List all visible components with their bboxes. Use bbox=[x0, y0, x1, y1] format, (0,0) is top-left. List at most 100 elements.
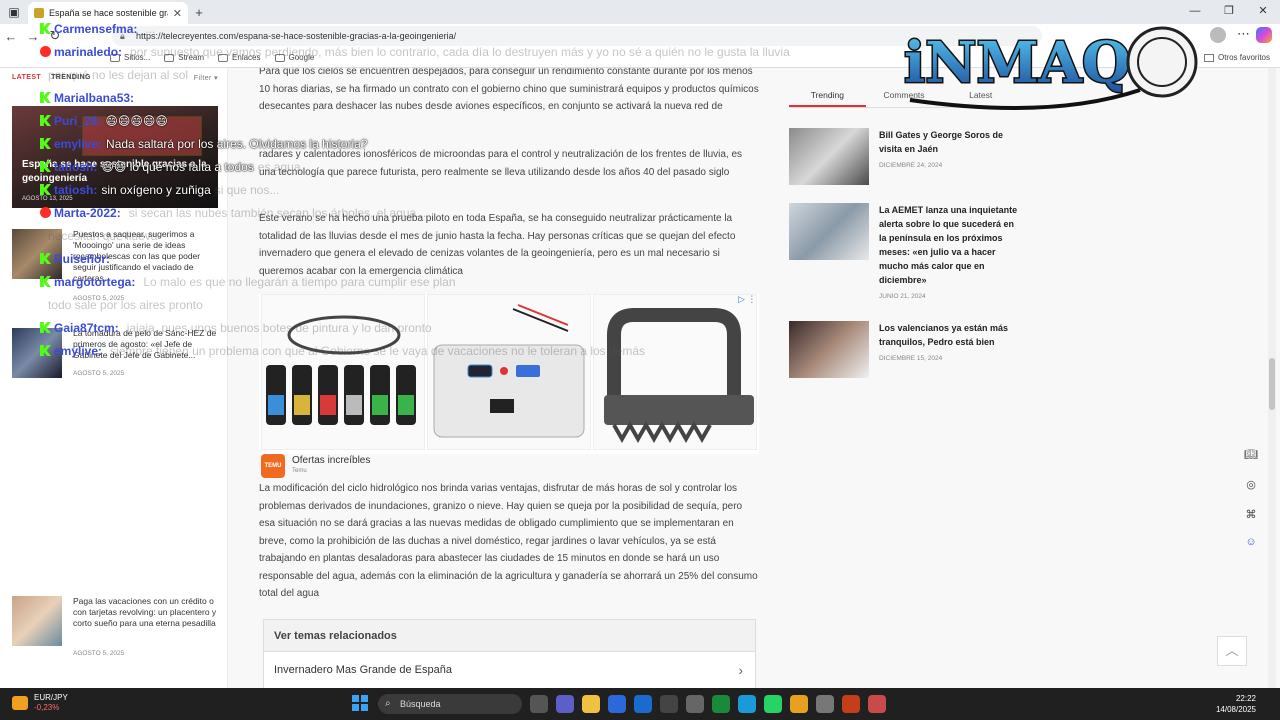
bookmark-item[interactable]: Stream bbox=[164, 53, 204, 62]
sidebar-tabs: LATEST TRENDING Filter ▾ bbox=[12, 74, 218, 82]
market-change: -0,23% bbox=[34, 703, 60, 712]
post-date: JUNIO 21, 2024 bbox=[879, 293, 926, 300]
post-thumbnail[interactable] bbox=[789, 203, 869, 260]
chevron-right-icon: › bbox=[738, 662, 743, 678]
market-icon bbox=[12, 696, 28, 710]
bookmark-item[interactable]: Google bbox=[274, 53, 314, 62]
system-clock[interactable]: 22:22 14/08/2025 bbox=[1216, 693, 1256, 715]
other-bookmarks[interactable]: Otros favoritos bbox=[1203, 53, 1270, 62]
back-icon[interactable]: ← bbox=[0, 29, 22, 44]
related-link[interactable]: Invernadero Mas Grande de España › bbox=[264, 652, 755, 688]
taskbar-search[interactable]: ⌕ Búsqueda bbox=[378, 694, 522, 714]
close-tab-icon[interactable]: ✕ bbox=[173, 7, 182, 20]
more-options-icon[interactable]: ⋯ bbox=[1237, 26, 1250, 42]
edge-icon[interactable] bbox=[738, 695, 756, 713]
ad-source: Temu bbox=[292, 468, 307, 474]
post-date: AGOSTO 5, 2025 bbox=[73, 370, 125, 377]
logo-text: iNMAQ bbox=[904, 30, 1131, 96]
store-icon[interactable] bbox=[608, 695, 626, 713]
app-icon[interactable] bbox=[686, 695, 704, 713]
profile-avatar[interactable] bbox=[1210, 27, 1226, 43]
scroll-to-top-button[interactable]: ︿ bbox=[1217, 636, 1247, 666]
task-view-icon[interactable] bbox=[530, 695, 548, 713]
folder-icon bbox=[1203, 53, 1214, 62]
extension-icon[interactable]: ⌘ bbox=[1243, 508, 1259, 524]
chatgpt-icon[interactable] bbox=[660, 695, 678, 713]
post-title[interactable]: Puestos a saquear, sugerimos a 'Moooingo… bbox=[73, 229, 218, 284]
start-button[interactable] bbox=[352, 695, 368, 711]
left-sidebar: LATEST TRENDING Filter ▾ España se hace … bbox=[0, 68, 228, 688]
outlook-icon[interactable] bbox=[634, 695, 652, 713]
excel-icon[interactable] bbox=[712, 695, 730, 713]
filter-dropdown[interactable]: Filter ▾ bbox=[194, 74, 218, 82]
featured-image bbox=[82, 116, 202, 156]
chrome-icon[interactable] bbox=[790, 695, 808, 713]
post-title[interactable]: La tomadura de pelo de Sánc-HEZ de prime… bbox=[73, 328, 218, 361]
post-thumbnail[interactable] bbox=[12, 328, 62, 378]
streaming-app-icon[interactable] bbox=[868, 695, 886, 713]
tab-trending[interactable]: Trending bbox=[789, 82, 866, 107]
folder-icon bbox=[110, 53, 120, 62]
bookmark-item[interactable]: Enlaces bbox=[218, 53, 261, 62]
file-explorer-icon[interactable] bbox=[582, 695, 600, 713]
powerpoint-icon[interactable] bbox=[842, 695, 860, 713]
post-date: AGOSTO 5, 2025 bbox=[73, 650, 125, 657]
market-ticker: EUR/JPY bbox=[34, 693, 68, 702]
post-thumbnail[interactable] bbox=[12, 596, 62, 646]
list-item[interactable]: Puestos a saquear, sugerimos a 'Moooingo… bbox=[12, 229, 218, 302]
copilot-side-icon[interactable]: ☺ bbox=[1243, 536, 1259, 552]
clock-time: 22:22 bbox=[1235, 694, 1256, 703]
temu-logo: TEMU bbox=[261, 454, 285, 478]
tab-latest[interactable]: LATEST bbox=[12, 74, 41, 82]
bookmark-item[interactable]: Sitios... bbox=[110, 53, 150, 62]
reading-mode-icon[interactable]: 📖︎ bbox=[1243, 448, 1259, 464]
ad-image-bit-holder[interactable] bbox=[261, 294, 425, 450]
featured-title[interactable]: España se hace sostenible gracias a la g… bbox=[22, 158, 208, 186]
forward-icon[interactable]: → bbox=[22, 29, 44, 44]
teams-icon[interactable] bbox=[556, 695, 574, 713]
whatsapp-icon[interactable] bbox=[764, 695, 782, 713]
folder-icon bbox=[164, 53, 175, 62]
article-paragraph: Este verano se ha hecho una prueba pilot… bbox=[259, 213, 736, 277]
site-favicon-icon bbox=[34, 8, 44, 18]
tab-trending[interactable]: TRENDING bbox=[51, 74, 91, 82]
ad-advertiser-name[interactable]: Ofertas increíbles bbox=[292, 455, 370, 466]
post-thumbnail[interactable] bbox=[789, 128, 869, 185]
article-paragraph: Para que los cielos se encuentren despej… bbox=[259, 68, 759, 112]
list-item[interactable]: Paga las vacaciones con un crédito o con… bbox=[12, 596, 218, 657]
ad-info[interactable]: TEMU Ofertas increíbles Temu bbox=[259, 454, 759, 480]
maximize-icon[interactable]: ❐ bbox=[1212, 0, 1246, 24]
tab-actions-icon[interactable]: ▣ bbox=[0, 5, 28, 19]
close-window-icon[interactable]: ✕ bbox=[1246, 0, 1280, 24]
clock-date: 14/08/2025 bbox=[1215, 705, 1256, 714]
post-thumbnail[interactable] bbox=[12, 229, 62, 279]
ad-image-usb-socket[interactable] bbox=[427, 294, 591, 450]
browser-tab[interactable]: España se hace sostenible gracias a la g… bbox=[28, 2, 188, 24]
post-title[interactable]: Bill Gates y George Soros de visita en J… bbox=[879, 128, 1019, 156]
app-icon[interactable] bbox=[816, 695, 834, 713]
tab-title: España se hace sostenible gracias a la g… bbox=[49, 8, 168, 18]
windows-taskbar: EUR/JPY -0,23% ⌕ Búsqueda 22:22 14/08/20… bbox=[0, 688, 1280, 720]
adchoices-icon[interactable]: ▷ ⋮ bbox=[738, 294, 756, 305]
market-widget[interactable]: EUR/JPY -0,23% bbox=[12, 693, 68, 713]
refresh-icon[interactable]: ↻ bbox=[44, 28, 66, 44]
related-topics: Ver temas relacionados Invernadero Mas G… bbox=[263, 619, 756, 688]
featured-post[interactable]: España se hace sostenible gracias a la g… bbox=[12, 106, 218, 208]
advertisement[interactable]: TEMU Ofertas increíbles Temu bbox=[259, 294, 759, 478]
new-tab-icon[interactable]: + bbox=[188, 5, 210, 20]
related-heading: Ver temas relacionados bbox=[264, 620, 755, 652]
url-text: https://telecreyentes.com/espana-se-hace… bbox=[136, 31, 457, 41]
scrollbar-thumb[interactable] bbox=[1269, 358, 1275, 410]
post-thumbnail[interactable] bbox=[789, 321, 869, 378]
ad-image-tool[interactable] bbox=[593, 294, 757, 450]
share-icon[interactable]: ◎ bbox=[1243, 478, 1259, 494]
taskbar-apps bbox=[530, 695, 886, 713]
post-title[interactable]: Paga las vacaciones con un crédito o con… bbox=[73, 596, 218, 629]
list-item[interactable]: La tomadura de pelo de Sánc-HEZ de prime… bbox=[12, 328, 218, 382]
web-page: LATEST TRENDING Filter ▾ España se hace … bbox=[0, 68, 1280, 688]
article-paragraph: La modificación del ciclo hidrológico no… bbox=[259, 483, 758, 599]
post-title[interactable]: Los valencianos ya están más tranquilos,… bbox=[879, 321, 1019, 349]
post-title[interactable]: La AEMET lanza una inquietante alerta so… bbox=[879, 203, 1019, 287]
featured-date: AGOSTO 13, 2025 bbox=[22, 196, 73, 202]
copilot-icon[interactable] bbox=[1256, 27, 1272, 43]
